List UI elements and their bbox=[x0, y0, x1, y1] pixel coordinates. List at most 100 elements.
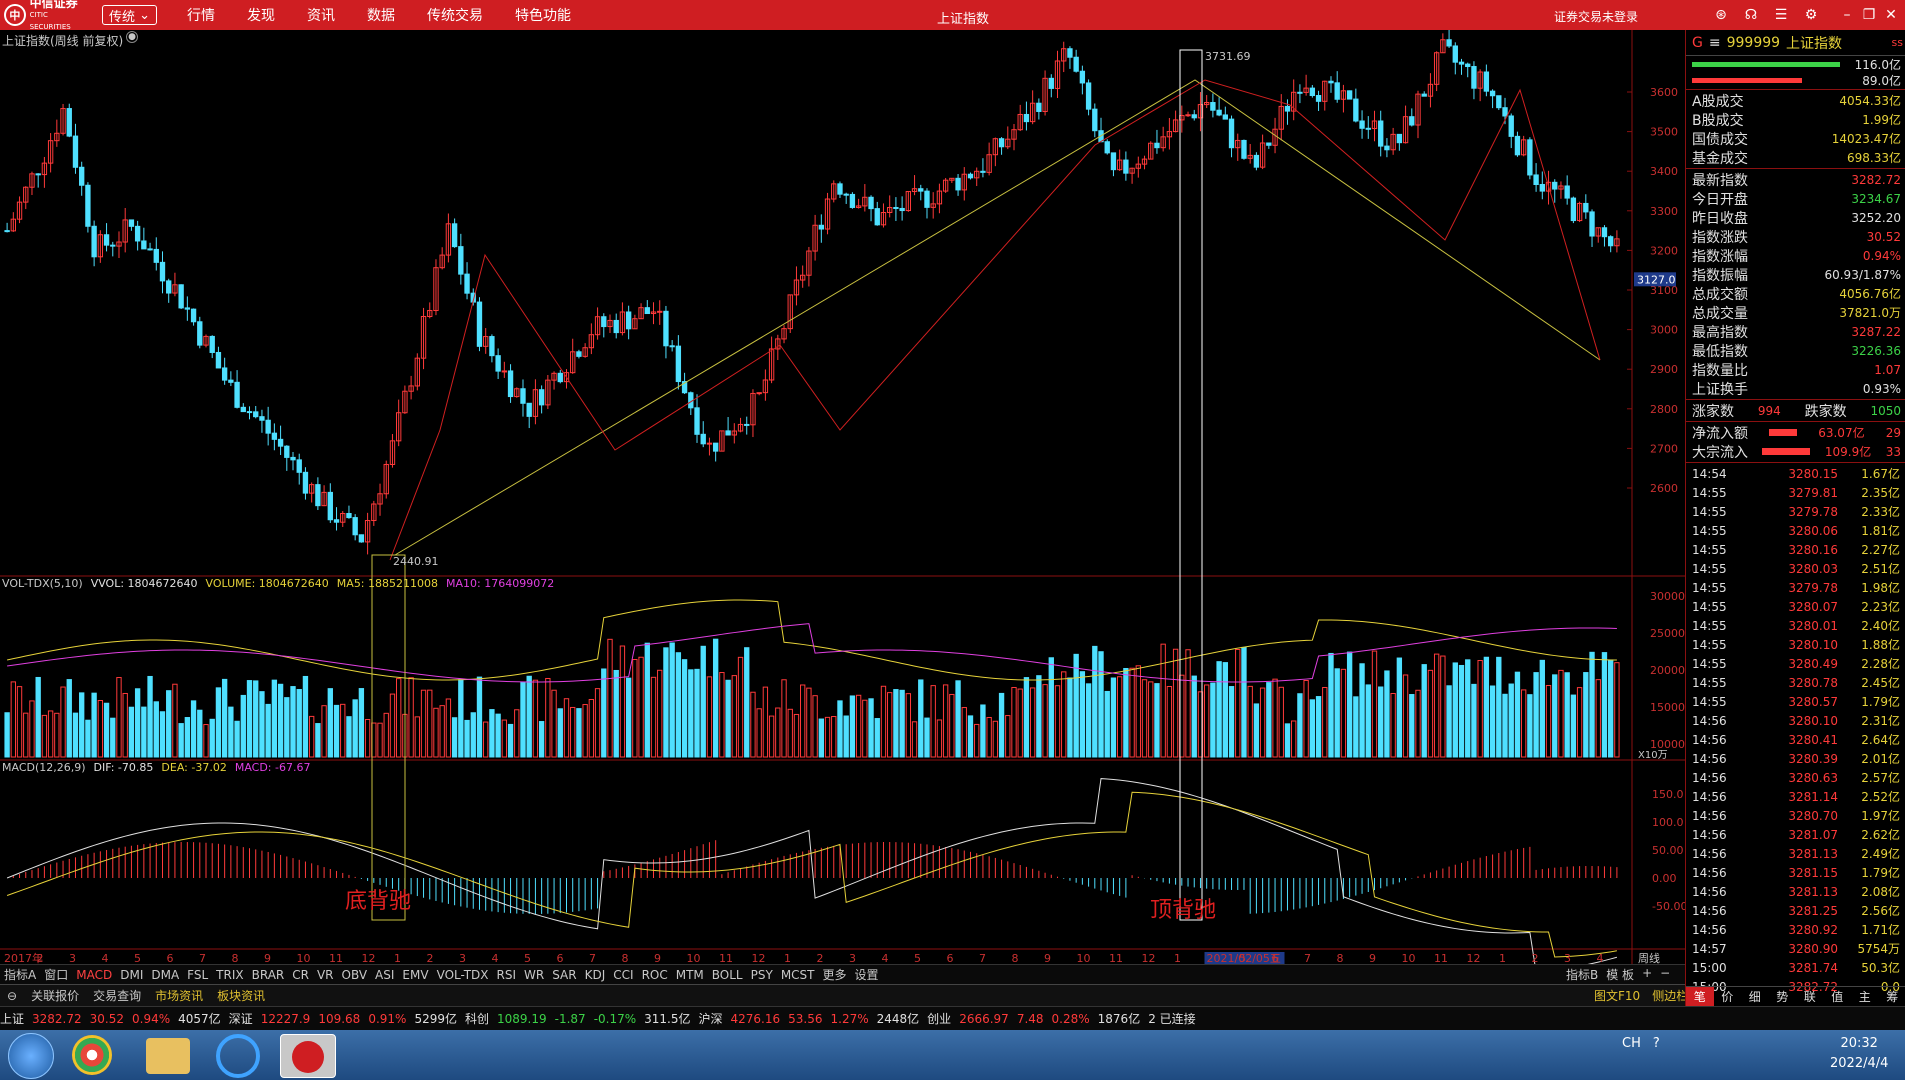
panel-tab-1[interactable]: 价 bbox=[1714, 987, 1742, 1006]
indicator-2[interactable]: MACD bbox=[76, 968, 112, 982]
indicator-right-2[interactable]: + bbox=[1642, 966, 1652, 983]
minimize-icon[interactable]: – bbox=[1836, 5, 1858, 25]
tick-row: 14:56 3280.92 1.71亿 bbox=[1686, 920, 1905, 939]
indicator-19[interactable]: ROC bbox=[642, 968, 668, 982]
tab-3[interactable]: 板块资讯 bbox=[217, 987, 265, 1004]
kline-chart[interactable]: 3600350034003300320031003000290028002700… bbox=[0, 30, 1685, 964]
indicator-11[interactable]: ASI bbox=[375, 968, 394, 982]
tab-right-1[interactable]: 侧边栏 bbox=[1652, 987, 1688, 1004]
menu-item-2[interactable]: 资讯 bbox=[307, 5, 335, 25]
gear-icon[interactable]: ⚙ bbox=[1801, 5, 1821, 25]
info-icon[interactable]: ⊖ bbox=[7, 989, 17, 1003]
tab-2[interactable]: 市场资讯 bbox=[155, 987, 203, 1004]
indicator-9[interactable]: VR bbox=[317, 968, 334, 982]
menu-item-3[interactable]: 数据 bbox=[367, 5, 395, 25]
tick-row: 14:55 3280.49 2.28亿 bbox=[1686, 654, 1905, 673]
menu-item-4[interactable]: 传统交易 bbox=[427, 5, 483, 25]
indicator-13[interactable]: VOL-TDX bbox=[437, 968, 489, 982]
panel-tab-2[interactable]: 细 bbox=[1741, 987, 1769, 1006]
style-dropdown[interactable]: 传统 ⌄ bbox=[102, 5, 158, 25]
indicator-7[interactable]: BRAR bbox=[252, 968, 285, 982]
tray-item[interactable]: CH bbox=[1622, 1036, 1641, 1051]
indicator-5[interactable]: FSL bbox=[187, 968, 208, 982]
indicator-14[interactable]: RSI bbox=[497, 968, 517, 982]
indicator-25[interactable]: 设置 bbox=[855, 966, 879, 983]
stat-label: 指数涨跌 bbox=[1692, 229, 1748, 246]
volume-bar bbox=[383, 712, 389, 758]
indicator-17[interactable]: KDJ bbox=[585, 968, 606, 982]
chart-area[interactable]: 3600 3500 3400 3300 3200 3100 3000 2900 2800 2700… bbox=[0, 30, 1685, 964]
volume-bar bbox=[1608, 659, 1614, 758]
indicator-12[interactable]: EMV bbox=[402, 968, 428, 982]
tab-0[interactable]: 关联报价 bbox=[31, 987, 79, 1004]
top-divergence-box bbox=[1179, 49, 1203, 921]
login-status[interactable]: 证券交易未登录 bbox=[1554, 8, 1638, 25]
indicator-8[interactable]: CR bbox=[292, 968, 309, 982]
indicator-3[interactable]: DMI bbox=[120, 968, 143, 982]
indicator-4[interactable]: DMA bbox=[151, 968, 179, 982]
close-icon[interactable]: ✕ bbox=[1880, 5, 1902, 25]
chevron-down-icon: ⌄ bbox=[135, 7, 151, 23]
tick-price: 3280.70 bbox=[1788, 808, 1838, 823]
menu-item-1[interactable]: 发现 bbox=[247, 5, 275, 25]
indicator-21[interactable]: BOLL bbox=[712, 968, 743, 982]
tab-right-0[interactable]: 图文F10 bbox=[1594, 987, 1640, 1004]
citic-app-icon[interactable] bbox=[280, 1034, 336, 1078]
menu-item-0[interactable]: 行情 bbox=[187, 5, 215, 25]
indicator-10[interactable]: OBV bbox=[342, 968, 368, 982]
panel-tab-0[interactable]: 笔 bbox=[1686, 987, 1714, 1006]
indicator-right-0[interactable]: 指标B bbox=[1566, 966, 1598, 983]
tick-time: 14:55 bbox=[1692, 675, 1727, 690]
tick-price: 3279.78 bbox=[1788, 504, 1838, 519]
candle-body bbox=[265, 419, 271, 434]
volume-bar bbox=[1067, 677, 1073, 758]
indicator-24[interactable]: 更多 bbox=[823, 966, 847, 983]
indicator-right-1[interactable]: 模 板 bbox=[1606, 966, 1634, 983]
menu-icon[interactable]: ≡ bbox=[1709, 35, 1721, 51]
ticker-item: -0.17% bbox=[593, 1011, 637, 1026]
panel-tabs: 笔价细势联值主筹 bbox=[1686, 986, 1905, 1006]
notes-icon[interactable]: ☰ bbox=[1771, 5, 1791, 25]
volume-bar bbox=[1135, 665, 1141, 758]
windows-start-icon[interactable] bbox=[8, 1033, 54, 1079]
restore-icon[interactable]: ❐ bbox=[1858, 5, 1880, 25]
indicator-18[interactable]: CCI bbox=[613, 968, 633, 982]
clock[interactable]: 20:32 2022/4/4 bbox=[1830, 1034, 1888, 1074]
candle-body bbox=[1334, 82, 1340, 100]
panel-tab-3[interactable]: 势 bbox=[1769, 987, 1797, 1006]
panel-tab-4[interactable]: 联 bbox=[1796, 987, 1824, 1006]
volume-bar bbox=[1415, 689, 1421, 758]
indicator-6[interactable]: TRIX bbox=[216, 968, 243, 982]
menu-item-5[interactable]: 特色功能 bbox=[515, 5, 571, 25]
indicator-1[interactable]: 窗口 bbox=[44, 966, 68, 983]
tick-time: 14:56 bbox=[1692, 903, 1727, 918]
tick-volume: 2.56亿 bbox=[1861, 904, 1900, 918]
settings-dot-icon[interactable]: ● bbox=[126, 31, 138, 43]
help-icon[interactable]: ⊛ bbox=[1711, 5, 1731, 25]
candle-body bbox=[501, 370, 508, 373]
indicator-23[interactable]: MCST bbox=[781, 968, 815, 982]
panel-tab-6[interactable]: 主 bbox=[1851, 987, 1879, 1006]
net-inflow-extra: 29 bbox=[1885, 425, 1901, 440]
ticker-item: 0.91% bbox=[368, 1011, 407, 1026]
indicator-0[interactable]: 指标A bbox=[4, 966, 36, 983]
indicator-20[interactable]: MTM bbox=[676, 968, 704, 982]
ticker-item: 5299亿 bbox=[414, 1012, 457, 1026]
headset-icon[interactable]: ☊ bbox=[1741, 5, 1761, 25]
time-axis-label: 5 bbox=[914, 952, 921, 964]
folder-icon[interactable] bbox=[146, 1038, 190, 1074]
panel-tab-7[interactable]: 筹 bbox=[1879, 987, 1905, 1006]
ie-icon[interactable] bbox=[216, 1034, 260, 1078]
indicator-16[interactable]: SAR bbox=[552, 968, 576, 982]
indicator-15[interactable]: WR bbox=[524, 968, 544, 982]
tick-volume: 1.97亿 bbox=[1861, 809, 1900, 823]
tick-price: 3280.03 bbox=[1788, 561, 1838, 576]
volume-bar bbox=[209, 718, 215, 758]
panel-tab-5[interactable]: 值 bbox=[1824, 987, 1852, 1006]
chrome-icon[interactable] bbox=[72, 1035, 112, 1075]
tab-1[interactable]: 交易查询 bbox=[93, 987, 141, 1004]
indicator-22[interactable]: PSY bbox=[751, 968, 773, 982]
volume-bar bbox=[887, 692, 893, 758]
tray-item[interactable]: ? bbox=[1653, 1036, 1660, 1051]
indicator-right-3[interactable]: − bbox=[1660, 966, 1670, 983]
